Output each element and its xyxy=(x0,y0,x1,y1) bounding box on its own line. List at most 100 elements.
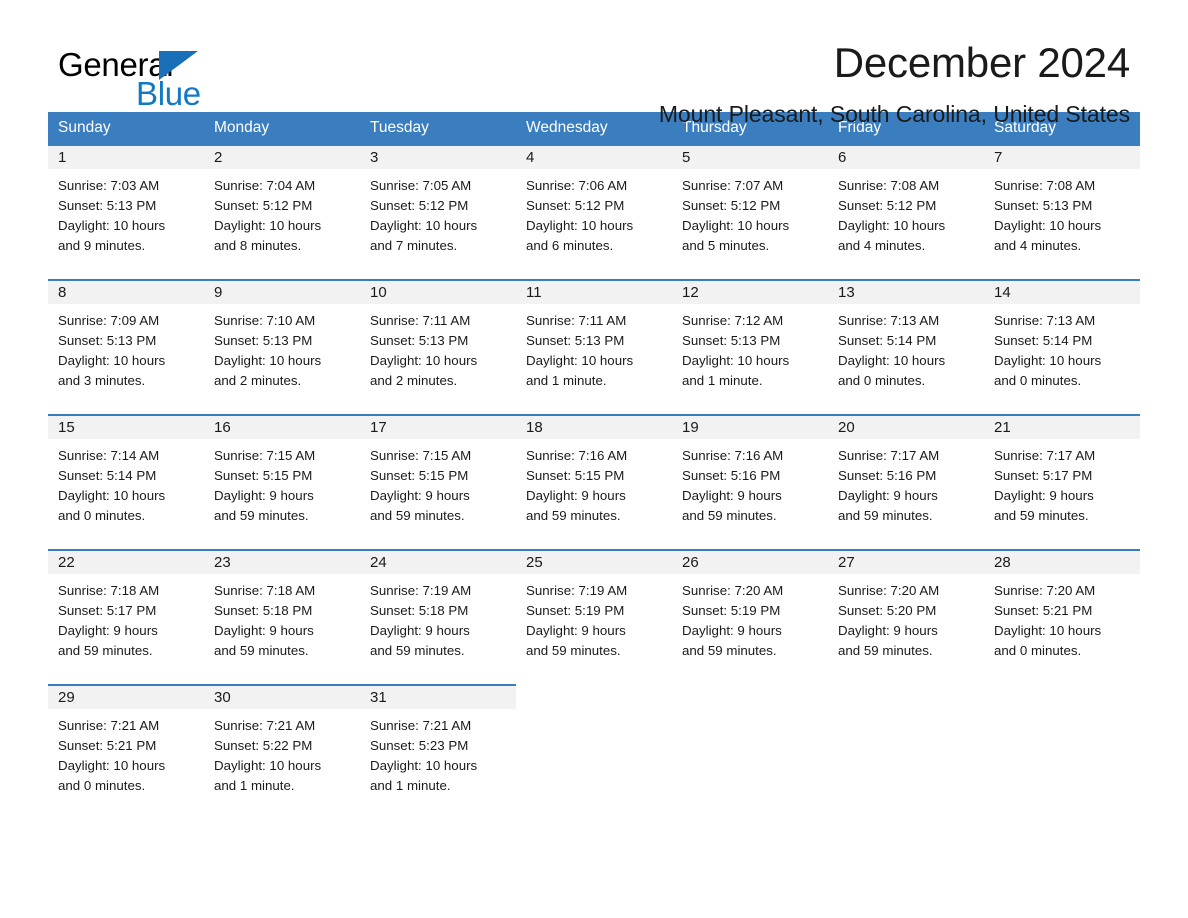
daylight-duration-line2: and 7 minutes. xyxy=(370,238,458,253)
daylight-duration-line2: and 0 minutes. xyxy=(994,643,1082,658)
calendar-day-cell[interactable]: 29 Sunrise: 7:21 AM Sunset: 5:21 PM Dayligh… xyxy=(48,684,204,820)
calendar-day-cell[interactable]: 8 Sunrise: 7:09 AM Sunset: 5:13 PM Daylight… xyxy=(48,279,204,415)
calendar-day-cell[interactable]: 25 Sunrise: 7:19 AM Sunset: 5:19 PM Dayligh… xyxy=(516,549,672,685)
calendar-day-cell[interactable]: 4 Sunrise: 7:06 AM Sunset: 5:12 PM Daylight… xyxy=(516,144,672,280)
calendar-body: 1 Sunrise: 7:03 AM Sunset: 5:13 PM Daylight… xyxy=(48,144,1140,820)
daylight-duration-line2: and 1 minute. xyxy=(682,373,763,388)
daylight-duration-line2: and 0 minutes. xyxy=(58,778,146,793)
sunrise-time: Sunrise: 7:06 AM xyxy=(526,178,628,193)
calendar-day-cell[interactable]: 13 Sunrise: 7:13 AM Sunset: 5:14 PM Dayligh… xyxy=(828,279,984,415)
sunset-time: Sunset: 5:21 PM xyxy=(58,738,157,753)
sunrise-time: Sunrise: 7:15 AM xyxy=(370,448,472,463)
day-number: 15 xyxy=(48,416,204,439)
daylight-duration-line2: and 9 minutes. xyxy=(58,238,146,253)
sunset-time: Sunset: 5:14 PM xyxy=(994,333,1093,348)
logo-text-blue: Blue xyxy=(136,75,201,112)
day-number: 18 xyxy=(516,416,672,439)
calendar-day-cell[interactable]: 15 Sunrise: 7:14 AM Sunset: 5:14 PM Dayligh… xyxy=(48,414,204,550)
sunset-time: Sunset: 5:18 PM xyxy=(214,603,313,618)
day-details: Sunrise: 7:06 AM Sunset: 5:12 PM Daylight:… xyxy=(516,169,672,256)
calendar-day-cell[interactable]: 1 Sunrise: 7:03 AM Sunset: 5:13 PM Daylight… xyxy=(48,144,204,280)
calendar-day-cell-empty xyxy=(828,684,984,820)
calendar-day-cell[interactable]: 3 Sunrise: 7:05 AM Sunset: 5:12 PM Daylight… xyxy=(360,144,516,280)
generalblue-logo[interactable]: General Blue xyxy=(58,47,318,113)
daylight-duration-line2: and 59 minutes. xyxy=(526,508,621,523)
calendar-day-cell[interactable]: 27 Sunrise: 7:20 AM Sunset: 5:20 PM Dayligh… xyxy=(828,549,984,685)
calendar-day-cell-empty xyxy=(516,684,672,820)
calendar-week-row: 29 Sunrise: 7:21 AM Sunset: 5:21 PM Dayligh… xyxy=(48,684,1140,820)
day-details: Sunrise: 7:18 AM Sunset: 5:17 PM Daylight:… xyxy=(48,574,204,661)
sunset-time: Sunset: 5:13 PM xyxy=(370,333,469,348)
day-number: 16 xyxy=(204,416,360,439)
day-details: Sunrise: 7:20 AM Sunset: 5:20 PM Daylight:… xyxy=(828,574,984,661)
calendar-day-cell[interactable]: 19 Sunrise: 7:16 AM Sunset: 5:16 PM Dayligh… xyxy=(672,414,828,550)
sunset-time: Sunset: 5:13 PM xyxy=(58,333,157,348)
calendar-day-cell[interactable]: 24 Sunrise: 7:19 AM Sunset: 5:18 PM Dayligh… xyxy=(360,549,516,685)
day-number: 2 xyxy=(204,146,360,169)
sunset-time: Sunset: 5:13 PM xyxy=(994,198,1093,213)
calendar-day-cell[interactable]: 7 Sunrise: 7:08 AM Sunset: 5:13 PM Daylight… xyxy=(984,144,1140,280)
sunset-time: Sunset: 5:23 PM xyxy=(370,738,469,753)
sunset-time: Sunset: 5:16 PM xyxy=(838,468,937,483)
calendar-day-cell[interactable]: 11 Sunrise: 7:11 AM Sunset: 5:13 PM Dayligh… xyxy=(516,279,672,415)
day-details: Sunrise: 7:19 AM Sunset: 5:18 PM Daylight:… xyxy=(360,574,516,661)
day-number: 1 xyxy=(48,146,204,169)
calendar-day-cell[interactable]: 6 Sunrise: 7:08 AM Sunset: 5:12 PM Daylight… xyxy=(828,144,984,280)
calendar-day-cell[interactable]: 16 Sunrise: 7:15 AM Sunset: 5:15 PM Dayligh… xyxy=(204,414,360,550)
sunset-time: Sunset: 5:13 PM xyxy=(682,333,781,348)
calendar-day-cell[interactable]: 20 Sunrise: 7:17 AM Sunset: 5:16 PM Dayligh… xyxy=(828,414,984,550)
calendar-day-cell[interactable]: 9 Sunrise: 7:10 AM Sunset: 5:13 PM Daylight… xyxy=(204,279,360,415)
calendar-day-cell[interactable]: 21 Sunrise: 7:17 AM Sunset: 5:17 PM Dayligh… xyxy=(984,414,1140,550)
calendar-day-cell[interactable]: 14 Sunrise: 7:13 AM Sunset: 5:14 PM Dayligh… xyxy=(984,279,1140,415)
daylight-duration-line2: and 59 minutes. xyxy=(370,508,465,523)
calendar-day-cell[interactable]: 23 Sunrise: 7:18 AM Sunset: 5:18 PM Dayligh… xyxy=(204,549,360,685)
calendar-day-cell[interactable]: 2 Sunrise: 7:04 AM Sunset: 5:12 PM Daylight… xyxy=(204,144,360,280)
sunrise-time: Sunrise: 7:08 AM xyxy=(994,178,1096,193)
weekday-header-wednesday: Wednesday xyxy=(516,112,672,145)
sunrise-time: Sunrise: 7:05 AM xyxy=(370,178,472,193)
sunset-time: Sunset: 5:17 PM xyxy=(58,603,157,618)
calendar-day-cell[interactable]: 10 Sunrise: 7:11 AM Sunset: 5:13 PM Dayligh… xyxy=(360,279,516,415)
calendar-day-cell[interactable]: 17 Sunrise: 7:15 AM Sunset: 5:15 PM Dayligh… xyxy=(360,414,516,550)
day-details: Sunrise: 7:20 AM Sunset: 5:21 PM Daylight:… xyxy=(984,574,1140,661)
daylight-duration-line1: Daylight: 10 hours xyxy=(994,353,1102,368)
day-details: Sunrise: 7:12 AM Sunset: 5:13 PM Daylight:… xyxy=(672,304,828,391)
daylight-duration-line2: and 59 minutes. xyxy=(58,643,153,658)
day-details: Sunrise: 7:19 AM Sunset: 5:19 PM Daylight:… xyxy=(516,574,672,661)
sunrise-time: Sunrise: 7:20 AM xyxy=(838,583,940,598)
calendar-day-cell[interactable]: 12 Sunrise: 7:12 AM Sunset: 5:13 PM Dayligh… xyxy=(672,279,828,415)
calendar-table: Sunday Monday Tuesday Wednesday Thursday… xyxy=(48,112,1140,820)
sunrise-time: Sunrise: 7:08 AM xyxy=(838,178,940,193)
daylight-duration-line1: Daylight: 9 hours xyxy=(526,623,626,638)
day-details: Sunrise: 7:13 AM Sunset: 5:14 PM Daylight:… xyxy=(828,304,984,391)
daylight-duration-line1: Daylight: 10 hours xyxy=(58,218,166,233)
sunset-time: Sunset: 5:14 PM xyxy=(838,333,937,348)
day-details: Sunrise: 7:16 AM Sunset: 5:15 PM Daylight:… xyxy=(516,439,672,526)
day-details: Sunrise: 7:08 AM Sunset: 5:12 PM Daylight:… xyxy=(828,169,984,256)
day-number: 27 xyxy=(828,551,984,574)
daylight-duration-line1: Daylight: 10 hours xyxy=(370,218,478,233)
sunrise-time: Sunrise: 7:04 AM xyxy=(214,178,316,193)
daylight-duration-line2: and 59 minutes. xyxy=(682,508,777,523)
sunrise-time: Sunrise: 7:13 AM xyxy=(994,313,1096,328)
day-number: 7 xyxy=(984,146,1140,169)
sunset-time: Sunset: 5:22 PM xyxy=(214,738,313,753)
calendar-day-cell[interactable]: 26 Sunrise: 7:20 AM Sunset: 5:19 PM Dayligh… xyxy=(672,549,828,685)
sunrise-time: Sunrise: 7:07 AM xyxy=(682,178,784,193)
calendar-day-cell[interactable]: 28 Sunrise: 7:20 AM Sunset: 5:21 PM Dayligh… xyxy=(984,549,1140,685)
calendar-day-cell[interactable]: 22 Sunrise: 7:18 AM Sunset: 5:17 PM Dayligh… xyxy=(48,549,204,685)
sunset-time: Sunset: 5:13 PM xyxy=(214,333,313,348)
calendar-day-cell[interactable]: 30 Sunrise: 7:21 AM Sunset: 5:22 PM Dayligh… xyxy=(204,684,360,820)
sunrise-time: Sunrise: 7:21 AM xyxy=(214,718,316,733)
calendar-day-cell[interactable]: 5 Sunrise: 7:07 AM Sunset: 5:12 PM Daylight… xyxy=(672,144,828,280)
daylight-duration-line1: Daylight: 9 hours xyxy=(370,488,470,503)
calendar-day-cell[interactable]: 31 Sunrise: 7:21 AM Sunset: 5:23 PM Dayligh… xyxy=(360,684,516,820)
day-number: 30 xyxy=(204,686,360,709)
day-details: Sunrise: 7:03 AM Sunset: 5:13 PM Daylight:… xyxy=(48,169,204,256)
sunset-time: Sunset: 5:14 PM xyxy=(58,468,157,483)
daylight-duration-line1: Daylight: 10 hours xyxy=(214,353,322,368)
day-details: Sunrise: 7:09 AM Sunset: 5:13 PM Daylight:… xyxy=(48,304,204,391)
weekday-header-monday: Monday xyxy=(204,112,360,145)
day-number: 3 xyxy=(360,146,516,169)
calendar-day-cell[interactable]: 18 Sunrise: 7:16 AM Sunset: 5:15 PM Dayligh… xyxy=(516,414,672,550)
